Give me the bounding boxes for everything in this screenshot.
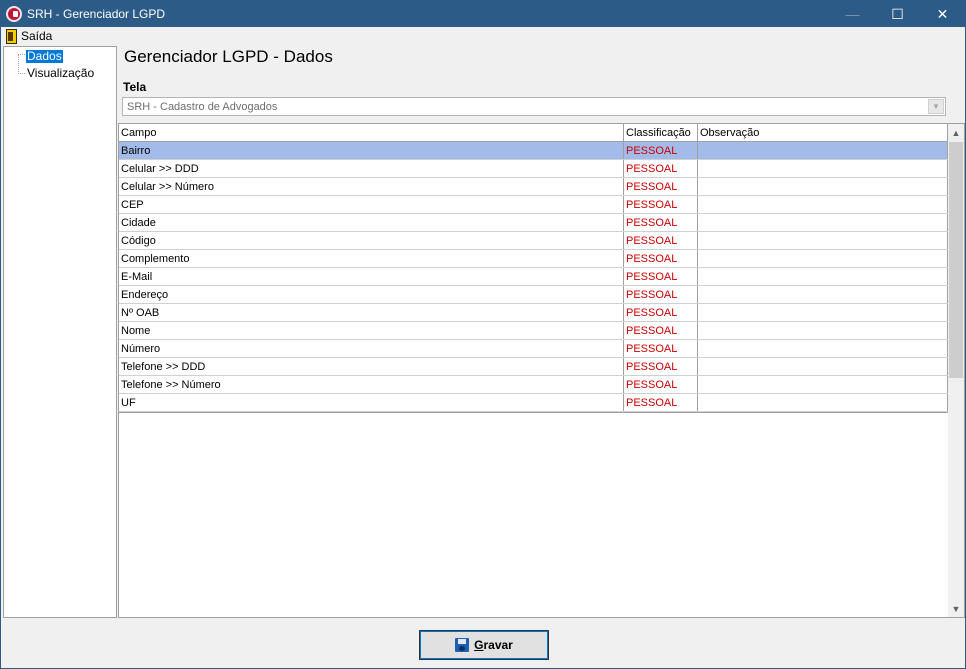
maximize-button[interactable]: ☐: [875, 1, 920, 27]
table-row[interactable]: Código PESSOAL: [119, 232, 948, 250]
cell-observacao[interactable]: [698, 214, 948, 231]
tree-item-visualizacao[interactable]: Visualização: [26, 67, 95, 80]
table-row[interactable]: Bairro PESSOAL: [119, 142, 948, 160]
cell-classificacao[interactable]: PESSOAL: [624, 340, 698, 357]
title-bar[interactable]: SRH - Gerenciador LGPD — ☐ ✕: [1, 1, 965, 27]
cell-campo[interactable]: Telefone >> DDD: [119, 358, 624, 375]
menu-exit[interactable]: Saída: [21, 29, 52, 43]
save-button[interactable]: Gravar: [419, 630, 549, 660]
cell-classificacao[interactable]: PESSOAL: [624, 196, 698, 213]
fields-grid: Campo Classificação Observação Bairro PES…: [118, 123, 965, 618]
cell-campo[interactable]: Código: [119, 232, 624, 249]
cell-observacao[interactable]: [698, 178, 948, 195]
cell-classificacao[interactable]: PESSOAL: [624, 142, 698, 159]
cell-campo[interactable]: Celular >> DDD: [119, 160, 624, 177]
cell-campo[interactable]: Cidade: [119, 214, 624, 231]
cell-observacao[interactable]: [698, 250, 948, 267]
cell-observacao[interactable]: [698, 340, 948, 357]
cell-campo[interactable]: Nº OAB: [119, 304, 624, 321]
tela-dropdown[interactable]: SRH - Cadastro de Advogados ▼: [122, 97, 946, 116]
cell-observacao[interactable]: [698, 394, 948, 411]
tree-connector: [18, 73, 25, 74]
cell-campo[interactable]: Endereço: [119, 286, 624, 303]
chevron-down-icon[interactable]: ▼: [928, 99, 944, 114]
cell-observacao[interactable]: [698, 304, 948, 321]
exit-door-icon: [6, 28, 17, 44]
cell-observacao[interactable]: [698, 286, 948, 303]
column-header-campo[interactable]: Campo: [119, 124, 624, 142]
cell-observacao[interactable]: [698, 358, 948, 375]
floppy-disk-icon: [455, 638, 470, 652]
close-button[interactable]: ✕: [920, 1, 965, 27]
tree-item-dados[interactable]: Dados: [26, 50, 63, 63]
cell-campo[interactable]: Número: [119, 340, 624, 357]
page-title: Gerenciador LGPD - Dados: [124, 47, 333, 66]
cell-observacao[interactable]: [698, 268, 948, 285]
scroll-up-icon[interactable]: ▲: [948, 124, 964, 141]
cell-classificacao[interactable]: PESSOAL: [624, 178, 698, 195]
cell-classificacao[interactable]: PESSOAL: [624, 358, 698, 375]
table-row[interactable]: Endereço PESSOAL: [119, 286, 948, 304]
cell-classificacao[interactable]: PESSOAL: [624, 214, 698, 231]
window-title: SRH - Gerenciador LGPD: [27, 7, 166, 21]
cell-observacao[interactable]: [698, 322, 948, 339]
vertical-scrollbar[interactable]: ▲ ▼: [948, 124, 964, 617]
table-row[interactable]: Nome PESSOAL: [119, 322, 948, 340]
tela-dropdown-value: SRH - Cadastro de Advogados: [127, 100, 278, 113]
table-row[interactable]: Nº OAB PESSOAL: [119, 304, 948, 322]
table-row[interactable]: Telefone >> Número PESSOAL: [119, 376, 948, 394]
cell-classificacao[interactable]: PESSOAL: [624, 394, 698, 411]
table-row[interactable]: CEP PESSOAL: [119, 196, 948, 214]
table-row[interactable]: Celular >> DDD PESSOAL: [119, 160, 948, 178]
scroll-down-icon[interactable]: ▼: [948, 600, 964, 617]
grid-header: Campo Classificação Observação: [119, 124, 948, 142]
cell-campo[interactable]: E-Mail: [119, 268, 624, 285]
cell-campo[interactable]: Nome: [119, 322, 624, 339]
cell-campo[interactable]: Bairro: [119, 142, 624, 159]
app-logo-icon: [6, 6, 22, 22]
app-window: SRH - Gerenciador LGPD — ☐ ✕ Saída Dados…: [0, 0, 966, 669]
grid-body: Bairro PESSOAL Celular >> DDD PESSOAL Celula…: [119, 142, 948, 412]
table-row[interactable]: Celular >> Número PESSOAL: [119, 178, 948, 196]
cell-observacao[interactable]: [698, 160, 948, 177]
save-button-label: Gravar: [474, 638, 513, 652]
column-header-observacao[interactable]: Observação: [698, 124, 948, 142]
cell-observacao[interactable]: [698, 142, 948, 159]
minimize-button[interactable]: —: [830, 1, 875, 27]
cell-classificacao[interactable]: PESSOAL: [624, 304, 698, 321]
cell-observacao[interactable]: [698, 232, 948, 249]
cell-classificacao[interactable]: PESSOAL: [624, 322, 698, 339]
cell-observacao[interactable]: [698, 196, 948, 213]
table-row[interactable]: UF PESSOAL: [119, 394, 948, 412]
cell-campo[interactable]: UF: [119, 394, 624, 411]
cell-classificacao[interactable]: PESSOAL: [624, 268, 698, 285]
scrollbar-thumb[interactable]: [949, 142, 963, 378]
table-row[interactable]: Complemento PESSOAL: [119, 250, 948, 268]
tree-connector: [18, 54, 25, 55]
cell-classificacao[interactable]: PESSOAL: [624, 160, 698, 177]
cell-classificacao[interactable]: PESSOAL: [624, 232, 698, 249]
table-row[interactable]: Número PESSOAL: [119, 340, 948, 358]
navigation-tree: Dados Visualização: [3, 46, 117, 618]
cell-observacao[interactable]: [698, 376, 948, 393]
column-header-classificacao[interactable]: Classificação: [624, 124, 698, 142]
cell-classificacao[interactable]: PESSOAL: [624, 376, 698, 393]
tree-connector: [18, 54, 19, 74]
cell-classificacao[interactable]: PESSOAL: [624, 286, 698, 303]
grid-rows-end-line: [119, 412, 948, 413]
save-button-label-rest: ravar: [483, 638, 513, 652]
table-row[interactable]: Telefone >> DDD PESSOAL: [119, 358, 948, 376]
table-row[interactable]: Cidade PESSOAL: [119, 214, 948, 232]
cell-campo[interactable]: Complemento: [119, 250, 624, 267]
cell-campo[interactable]: Celular >> Número: [119, 178, 624, 195]
cell-campo[interactable]: CEP: [119, 196, 624, 213]
cell-classificacao[interactable]: PESSOAL: [624, 250, 698, 267]
cell-campo[interactable]: Telefone >> Número: [119, 376, 624, 393]
tela-label: Tela: [123, 80, 147, 94]
table-row[interactable]: E-Mail PESSOAL: [119, 268, 948, 286]
menu-bar: Saída: [1, 27, 965, 45]
